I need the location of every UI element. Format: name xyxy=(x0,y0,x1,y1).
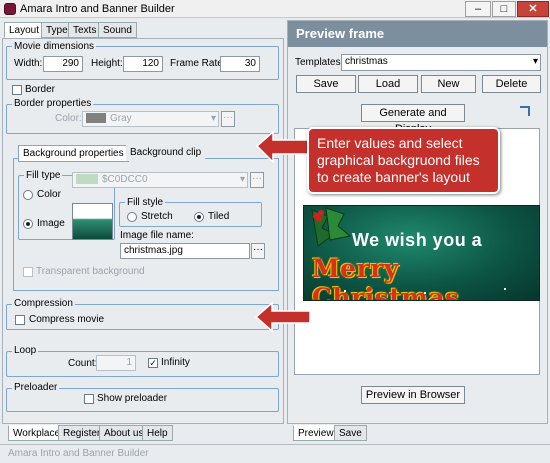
callout-arrow xyxy=(254,301,311,333)
loop-count-input[interactable]: 1 xyxy=(96,355,136,371)
border-checkbox-label: Border xyxy=(25,84,56,95)
loop-label: Loop xyxy=(12,345,39,356)
preview-in-browser-button[interactable]: Preview in Browser xyxy=(361,386,465,404)
templates-select[interactable]: christmas ▾ xyxy=(341,54,541,71)
banner-sparkle xyxy=(504,288,506,290)
preloader-label: Preloader xyxy=(12,382,60,393)
border-color-label: Color: xyxy=(55,113,82,124)
movie-dimensions-label: Movie dimensions xyxy=(12,41,97,52)
preview-header-title: Preview frame xyxy=(296,26,385,41)
fill-color-swatch xyxy=(76,174,98,185)
fill-style-tiled-label: Tiled xyxy=(208,211,230,222)
tab-sound[interactable]: Sound xyxy=(98,22,137,38)
templates-value: christmas xyxy=(345,56,388,67)
transparent-background-checkbox[interactable] xyxy=(23,267,33,277)
show-preloader-checkbox[interactable] xyxy=(84,394,94,404)
fill-color-value: $C0DCC0 xyxy=(102,174,148,185)
app-icon xyxy=(4,3,16,15)
fill-style-label: Fill style xyxy=(125,197,166,208)
fill-type-color-label: Color xyxy=(37,189,61,200)
chevron-down-icon: ▾ xyxy=(239,174,245,185)
border-properties-label: Border properties xyxy=(12,98,94,109)
maximize-button[interactable]: □ xyxy=(492,1,516,17)
show-preloader-label: Show preloader xyxy=(97,393,168,404)
image-file-browse-button[interactable]: ··· xyxy=(251,243,265,259)
banner-greeting-text: We wish you a xyxy=(352,230,483,250)
generate-display-button[interactable]: Generate and Display xyxy=(361,104,465,135)
width-label: Width: xyxy=(14,58,43,69)
fill-style-stretch-label: Stretch xyxy=(141,211,173,222)
transparent-background-label: Transparent background xyxy=(36,266,145,277)
fill-type-image-label: Image xyxy=(37,218,65,229)
background-image-preview xyxy=(72,203,113,240)
resize-corner-icon[interactable] xyxy=(520,106,530,116)
compress-movie-label: Compress movie xyxy=(29,314,105,325)
banner-sparkle xyxy=(344,290,346,292)
loop-group xyxy=(6,351,279,377)
infinity-label: Infinity xyxy=(161,357,190,368)
loop-count-label: Count: xyxy=(68,358,98,369)
border-color-more-button[interactable]: ··· xyxy=(221,111,235,127)
fill-color-more-button[interactable]: ··· xyxy=(250,172,264,188)
infinity-checkbox[interactable]: ✓ xyxy=(148,358,158,368)
tab-background-properties[interactable]: Background properties xyxy=(18,145,129,162)
tab-texts[interactable]: Texts xyxy=(68,22,102,38)
minimize-button[interactable]: – xyxy=(465,1,491,17)
framerate-label: Frame Rate: xyxy=(170,58,226,69)
border-color-value: Gray xyxy=(110,113,132,124)
image-file-input[interactable]: christmas.jpg xyxy=(120,243,250,259)
title-bar: Amara Intro and Banner Builder – □ ✕ xyxy=(0,0,550,18)
height-label: Height: xyxy=(91,58,123,69)
height-input[interactable]: 120 xyxy=(123,56,163,72)
border-checkbox[interactable] xyxy=(12,85,22,95)
chevron-down-icon: ▾ xyxy=(210,113,216,124)
help-callout: Enter values and select graphical backgr… xyxy=(307,127,500,194)
save-template-button[interactable]: Save xyxy=(296,75,356,93)
new-template-button[interactable]: New xyxy=(421,75,476,93)
fill-style-stretch-radio[interactable] xyxy=(127,212,137,222)
tab-help[interactable]: Help xyxy=(142,425,173,441)
border-color-select[interactable]: Gray ▾ xyxy=(82,111,219,127)
banner-preview: We wish you a Merry Christmas xyxy=(303,205,540,301)
tab-layout[interactable]: Layout xyxy=(4,22,45,38)
tab-save[interactable]: Save xyxy=(334,425,367,441)
compression-label: Compression xyxy=(12,298,75,309)
load-template-button[interactable]: Load xyxy=(358,75,418,93)
framerate-input[interactable]: 30 xyxy=(220,56,260,72)
fill-style-tiled-radio[interactable] xyxy=(194,212,204,222)
border-color-swatch xyxy=(86,113,106,124)
width-input[interactable]: 290 xyxy=(43,56,83,72)
status-text: Amara Intro and Banner Builder xyxy=(8,448,149,459)
delete-template-button[interactable]: Delete xyxy=(482,75,541,93)
fill-type-label: Fill type xyxy=(24,170,63,181)
fill-type-image-radio[interactable] xyxy=(23,219,33,229)
callout-arrow xyxy=(255,130,312,164)
tab-background-clip[interactable]: Background clip xyxy=(126,145,206,161)
compress-movie-checkbox[interactable] xyxy=(15,315,25,325)
image-file-label: Image file name: xyxy=(120,230,194,241)
window-title: Amara Intro and Banner Builder xyxy=(20,3,175,15)
chevron-down-icon: ▾ xyxy=(532,56,538,67)
fill-color-select[interactable]: $C0DCC0 ▾ xyxy=(72,172,248,188)
preview-header: Preview frame xyxy=(288,21,547,47)
tab-workplace[interactable]: Workplace xyxy=(8,425,66,441)
fill-type-color-radio[interactable] xyxy=(23,190,33,200)
close-button[interactable]: ✕ xyxy=(517,1,549,17)
tab-preview[interactable]: Preview xyxy=(293,425,339,441)
templates-label: Templates: xyxy=(295,57,344,68)
status-bar: Amara Intro and Banner Builder xyxy=(0,444,550,463)
banner-sparkle xyxy=(424,292,426,294)
